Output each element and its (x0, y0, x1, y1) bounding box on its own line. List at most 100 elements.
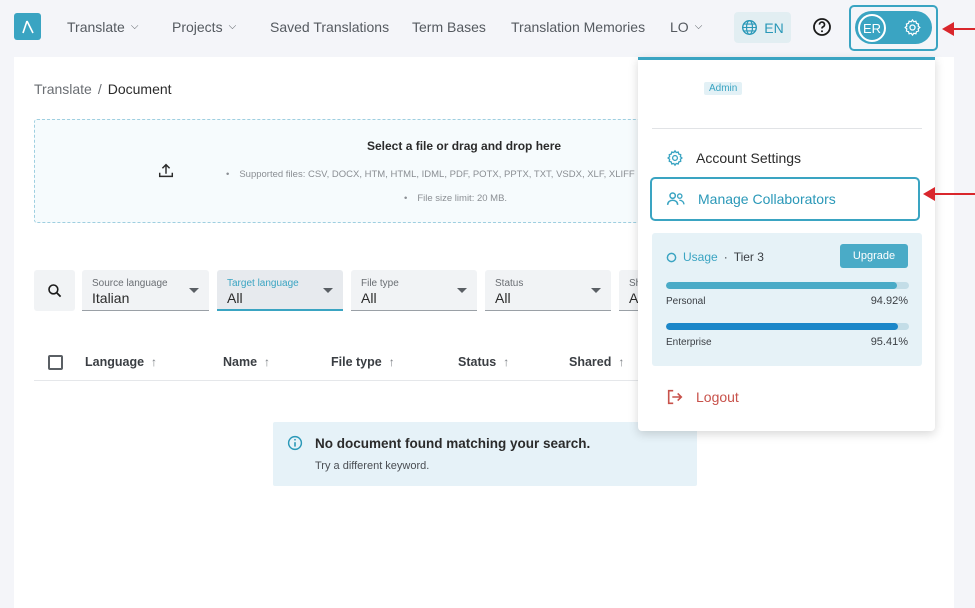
file-type-filter[interactable]: File type All (351, 270, 477, 311)
nav-term-bases-label: Term Bases (412, 19, 486, 35)
chevron-down-icon: ⌵ (694, 20, 703, 32)
sort-arrow-icon: ↑ (388, 355, 395, 369)
breadcrumb-current: Document (107, 81, 172, 97)
nav-lo-label: LO (670, 19, 689, 35)
caret-down-icon (323, 288, 333, 293)
column-label: Language (85, 355, 145, 369)
nav-projects[interactable]: Projects ⌵ (172, 19, 236, 35)
usage-ring-icon (666, 252, 677, 262)
account-settings-label: Account Settings (696, 150, 802, 166)
help-icon[interactable] (812, 17, 832, 37)
empty-state-subtitle: Try a different keyword. (315, 460, 430, 472)
gear-icon[interactable] (903, 18, 922, 37)
avatar[interactable]: ER (858, 14, 886, 42)
empty-state-notice: No document found matching your search. … (273, 422, 697, 486)
users-icon (666, 192, 685, 205)
menu-divider (652, 128, 922, 129)
breadcrumb-separator: / (97, 81, 102, 97)
search-icon (47, 283, 61, 297)
nav-translation-memories[interactable]: Translation Memories (511, 19, 645, 35)
filter-label: Status (495, 278, 524, 289)
caret-down-icon (591, 288, 601, 293)
nav-term-bases[interactable]: Term Bases (412, 19, 486, 35)
user-menu-highlight: ER (849, 5, 938, 51)
caret-down-icon (457, 288, 467, 293)
usage-label: Usage (683, 250, 718, 264)
language-selector-button[interactable]: EN (734, 12, 791, 43)
target-language-filter[interactable]: Target language All (217, 270, 343, 311)
search-button[interactable] (34, 270, 75, 311)
column-label: Shared (569, 355, 612, 369)
nav-saved-translations-label: Saved Translations (270, 19, 390, 35)
nav-translate[interactable]: Translate ⌵ (67, 19, 138, 35)
dropzone-title: Select a file or drag and drop here (367, 139, 562, 153)
personal-usage-percent: 94.92% (870, 295, 908, 307)
nav-projects-label: Projects (172, 19, 223, 35)
nav-translate-label: Translate (67, 19, 125, 35)
column-name[interactable]: Name ↑ (223, 355, 270, 369)
user-dropdown-menu: Admin Account Settings Manage Collaborat… (638, 57, 935, 431)
enterprise-usage-percent: 95.41% (870, 336, 908, 348)
column-label: Status (458, 355, 497, 369)
gear-icon (667, 149, 683, 167)
enterprise-usage-bar (666, 323, 909, 330)
logout-icon (667, 389, 683, 405)
avatar-initials: ER (862, 20, 882, 36)
column-language[interactable]: Language ↑ (85, 355, 157, 369)
filter-value: All (495, 290, 511, 306)
breadcrumb-parent[interactable]: Translate (34, 81, 92, 97)
role-badge: Admin (704, 82, 743, 95)
caret-down-icon (189, 288, 199, 293)
logout-label: Logout (696, 389, 739, 405)
sort-arrow-icon: ↑ (503, 355, 510, 369)
personal-usage-label: Personal (666, 296, 706, 307)
column-label: Name (223, 355, 258, 369)
status-filter[interactable]: Status All (485, 270, 611, 311)
column-status[interactable]: Status ↑ (458, 355, 509, 369)
nav-lo[interactable]: LO ⌵ (670, 19, 702, 35)
filter-value: All (361, 290, 377, 306)
column-label: File type (331, 355, 382, 369)
annotation-arrow-manage-collaborators (923, 187, 975, 201)
upload-icon (158, 163, 174, 178)
filter-label: Target language (227, 278, 299, 289)
annotation-arrow-user-menu (942, 22, 975, 36)
dropzone-supported-files: Supported files: CSV, DOCX, HTM, HTML, I… (226, 169, 634, 180)
nav-translation-memories-label: Translation Memories (511, 19, 646, 35)
breadcrumb: Translate / Document (34, 81, 172, 97)
source-language-filter[interactable]: Source language Italian (82, 270, 209, 311)
personal-usage-fill (666, 282, 897, 289)
manage-collaborators-item[interactable]: Manage Collaborators (650, 177, 920, 221)
chevron-down-icon: ⌵ (130, 20, 139, 32)
account-settings-item[interactable]: Account Settings (650, 136, 920, 180)
nav-saved-translations[interactable]: Saved Translations (270, 19, 389, 35)
top-navigation: Translate ⌵ Projects ⌵ Saved Translation… (0, 0, 975, 56)
sort-arrow-icon: ↑ (618, 355, 625, 369)
column-shared[interactable]: Shared ↑ (569, 355, 624, 369)
file-dropzone[interactable]: Select a file or drag and drop here Supp… (34, 119, 654, 223)
filter-value: All (227, 290, 243, 306)
enterprise-usage-fill (666, 323, 898, 330)
usage-tier: Tier 3 (733, 250, 764, 264)
column-file-type[interactable]: File type ↑ (331, 355, 395, 369)
globe-icon (742, 20, 758, 35)
manage-collaborators-label: Manage Collaborators (698, 191, 836, 207)
usage-title: Usage · Tier 3 (666, 250, 764, 264)
filter-label: Source language (92, 278, 168, 289)
usage-separator: · (723, 250, 728, 264)
user-menu-toggle[interactable]: ER (855, 11, 932, 44)
upgrade-button[interactable]: Upgrade (840, 244, 908, 268)
sort-arrow-icon: ↑ (264, 355, 271, 369)
dropzone-size-limit: File size limit: 20 MB. (404, 193, 507, 204)
app-logo[interactable] (14, 13, 41, 40)
enterprise-usage-label: Enterprise (666, 337, 712, 348)
info-icon (287, 435, 303, 451)
select-all-checkbox[interactable] (48, 355, 63, 370)
chevron-down-icon: ⌵ (228, 20, 237, 32)
filter-value: Italian (92, 290, 130, 306)
empty-state-title: No document found matching your search. (315, 436, 591, 451)
logo-icon (21, 20, 34, 33)
logout-item[interactable]: Logout (666, 388, 739, 406)
language-code: EN (764, 19, 784, 36)
filter-value: A (629, 290, 639, 306)
